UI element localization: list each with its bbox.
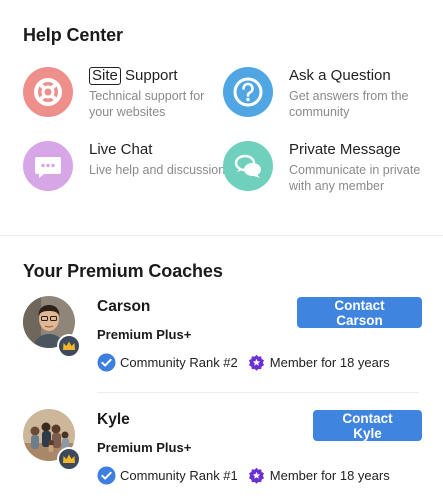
help-item-title: Private Message — [289, 141, 401, 158]
star-seal-icon — [248, 467, 264, 484]
help-item-desc: Technical support for your websites — [89, 89, 205, 119]
coaches-title: Your Premium Coaches — [23, 261, 223, 281]
coach-divider — [97, 392, 419, 393]
help-item-title: Site Support — [89, 67, 229, 85]
membership-duration-text: Member for 18 years — [269, 467, 390, 483]
crown-icon — [57, 334, 81, 358]
section-divider — [0, 235, 443, 236]
membership-duration: Member for 18 years — [247, 466, 390, 485]
membership-duration-text: Member for 18 years — [269, 354, 390, 370]
help-item-private-message[interactable]: Private Message Communicate in private w… — [223, 141, 423, 201]
coach-stats: Community Rank #2 Member for 18 years — [97, 352, 390, 372]
help-center-title: Help Center — [23, 25, 123, 45]
verified-check-icon — [97, 466, 116, 484]
help-item-title: Ask a Question — [289, 67, 391, 84]
help-item-desc: Communicate in private with any member — [289, 163, 421, 193]
coach-tier: Premium Plus+ — [97, 440, 192, 455]
contact-kyle-button[interactable]: Contact Kyle — [313, 410, 422, 441]
membership-duration: Member for 18 years — [247, 353, 390, 372]
coach-tier: Premium Plus+ — [97, 327, 192, 342]
crown-icon — [57, 447, 81, 471]
coach-name[interactable]: Carson — [97, 298, 150, 316]
community-rank-text: Community Rank #1 — [120, 467, 238, 483]
contact-carson-button[interactable]: Contact Carson — [297, 297, 422, 328]
coach-stats: Community Rank #1 Member for 18 years — [97, 465, 390, 485]
site-highlight: Site — [89, 67, 121, 85]
help-item-title-rest: Support — [120, 67, 178, 84]
help-item-live-chat[interactable]: Live Chat Live help and discussion — [23, 141, 225, 201]
coach-card: Kyle Premium Plus+ Community Rank #1 Mem… — [0, 409, 443, 502]
speech-bubbles-icon — [223, 141, 273, 191]
chat-icon — [23, 141, 73, 191]
help-item-desc: Live help and discussion — [89, 163, 226, 177]
coach-card: Carson Premium Plus+ Community Rank #2 M… — [0, 296, 443, 396]
lifebuoy-icon — [23, 67, 73, 117]
help-item-title: Live Chat — [89, 141, 153, 158]
coach-name[interactable]: Kyle — [97, 411, 130, 429]
community-rank-text: Community Rank #2 — [120, 354, 238, 370]
verified-check-icon — [97, 353, 116, 371]
community-rank: Community Rank #1 — [97, 466, 238, 485]
star-seal-icon — [248, 354, 264, 371]
help-item-site-support[interactable]: Site Support Technical support for your … — [23, 67, 223, 127]
community-rank: Community Rank #2 — [97, 353, 238, 372]
help-item-ask-question[interactable]: Ask a Question Get answers from the comm… — [223, 67, 423, 127]
help-item-desc: Get answers from the community — [289, 89, 409, 119]
question-icon — [223, 67, 273, 117]
